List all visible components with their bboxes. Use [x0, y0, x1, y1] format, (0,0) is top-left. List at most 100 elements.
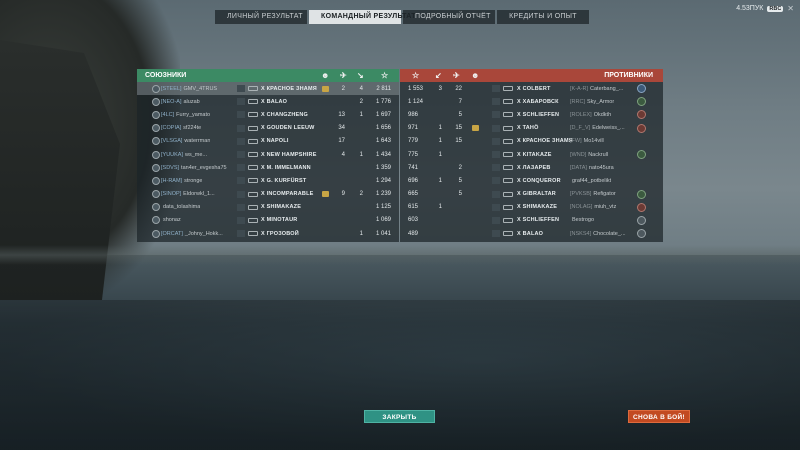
- clan-emblem-icon: [637, 110, 646, 120]
- enemy-row[interactable]: 615 1 X SHIMAKAZE [NOLAG] miuh_vtz: [400, 201, 663, 214]
- ship-name: X G. KURFÜRST: [261, 177, 307, 184]
- enemy-row[interactable]: 696 1 5 X CONQUEROR graf44_potbelikt: [400, 174, 663, 187]
- ship-silhouette-icon: [503, 86, 513, 91]
- tab-detailed-report[interactable]: ПОДРОБНЫЙ ОТЧЁТ: [403, 10, 495, 24]
- enemy-row[interactable]: 971 1 15 X TAHÖ [D_F_V] Edelweiss_...: [400, 122, 663, 135]
- kills-count: 2: [359, 98, 363, 105]
- clan-tag: [NOLAG]: [570, 204, 593, 211]
- player-name: Furry_yamato: [176, 111, 211, 118]
- ally-row[interactable]: [NEO-A] aluzab X BALAO 2 1 776: [137, 95, 399, 108]
- planes-count: 15: [455, 138, 462, 145]
- player-cell: [ROLEX] Okdkth: [570, 112, 611, 118]
- enemy-row[interactable]: 603 X SCHLIEFFEN Bestrogo: [400, 214, 663, 227]
- player-cell: [SDVS] tan4er_evgesha75: [161, 165, 227, 171]
- player-cell: [NSKS4] Chocolate_...: [570, 231, 626, 237]
- xp-value: 986: [408, 111, 419, 118]
- player-name: Nackrull: [588, 151, 609, 158]
- planes-count: 7: [458, 98, 462, 105]
- ship-silhouette-icon: [503, 191, 513, 197]
- player-cell: [K-A-R] Caterbang_...: [570, 86, 623, 92]
- ship-name: X SCHLIEFFEN: [517, 217, 560, 224]
- allies-title: СОЮЗНИКИ: [145, 72, 187, 79]
- allies-header: СОЮЗНИКИ ☻ ✈ ↘ ☆: [137, 69, 399, 82]
- ship-class-icon: [237, 216, 245, 224]
- ship-class-icon: [237, 85, 245, 92]
- ship-class-icon: [492, 203, 500, 211]
- ship-silhouette-icon: [503, 231, 513, 237]
- xp-value: 1 434: [375, 151, 391, 158]
- player-name: waterrman: [184, 138, 211, 145]
- account-info: 4.53ПУК RBC ✕: [736, 4, 794, 13]
- clan-tag: [DATA]: [570, 164, 587, 171]
- player-name: Caterbang_...: [590, 85, 624, 92]
- ship-silhouette-icon: [248, 138, 258, 144]
- clan-emblem-icon: [637, 202, 646, 212]
- ally-row[interactable]: data_tolashima X SHIMAKAZE 1 125: [137, 201, 399, 214]
- ally-row[interactable]: [SDVS] tan4er_evgesha75 X M. IMMELMANN 1 35…: [137, 161, 399, 174]
- ship-silhouette-icon: [503, 151, 513, 157]
- medal-icon: [472, 125, 479, 132]
- clan-emblem-icon: [637, 97, 646, 107]
- enemy-row[interactable]: 1 124 7 X ХАБАРОВСК [RRC] Sky_Armor: [400, 95, 663, 108]
- ship-class-icon: [237, 230, 245, 238]
- ship-silhouette-icon: [248, 86, 258, 91]
- player-cell: [ORCAT] _Johny_Hokk...: [161, 231, 223, 237]
- ally-row[interactable]: [COPIA] sf224te X GOUDEN LEEUW 34 1 656: [137, 122, 399, 135]
- ship-name: X CHANGZHENG: [261, 111, 309, 118]
- battle-again-button[interactable]: СНОВА В БОЙ!: [628, 410, 690, 423]
- ally-row[interactable]: shonaz X MINOTAUR 1 069: [137, 214, 399, 227]
- medal-icon: [322, 85, 329, 92]
- enemy-row[interactable]: 489 X BALAO [NSKS4] Chocolate_...: [400, 227, 663, 240]
- planes-count: 5: [458, 111, 462, 118]
- ship-name: X ХАБАРОВСК: [517, 98, 559, 105]
- kills-count: 1: [438, 138, 442, 145]
- enemy-row[interactable]: 665 5 X GIBRALTAR [PVKSB] Refigator: [400, 188, 663, 201]
- ship-silhouette-icon: [248, 125, 258, 131]
- enemy-row[interactable]: 1 553 3 22 X COLBERT [K-A-R] Caterbang_...: [400, 82, 663, 95]
- kills-count: 1: [359, 230, 363, 237]
- enemies-list: 1 553 3 22 X COLBERT [K-A-R] Caterbang_... 1 1…: [400, 82, 663, 240]
- star-icon: ☆: [381, 71, 389, 80]
- player-name: Bestrogo: [572, 217, 595, 224]
- kills-count: 1: [359, 111, 363, 118]
- ally-row[interactable]: [VLSGA] waterrman X NAPOLI 17 1 643: [137, 135, 399, 148]
- enemy-row[interactable]: 986 5 X SCHLIEFFEN [ROLEX] Okdkth: [400, 108, 663, 121]
- clan-tag: [STEEL]: [161, 85, 182, 92]
- close-button[interactable]: ЗАКРЫТЬ: [364, 410, 435, 423]
- ally-row[interactable]: [YUUKA] ws_me... X NEW HAMPSHIRE 4 1 1 434: [137, 148, 399, 161]
- ship-name: X SHIMAKAZE: [261, 204, 302, 211]
- tab-personal-result[interactable]: ЛИЧНЫЙ РЕЗУЛЬТАТ: [215, 10, 307, 24]
- enemy-row[interactable]: 775 1 X KITAKAZE [WND] Nackrull: [400, 148, 663, 161]
- rank-icon: [152, 97, 160, 106]
- clan-tag: [NSKS4]: [570, 230, 592, 237]
- clan-tag: [ORCAT]: [161, 230, 183, 237]
- kills-count: 1: [359, 151, 363, 158]
- ship-silhouette-icon: [248, 191, 258, 197]
- enemy-row[interactable]: 779 1 15 X КРАСНОЕ ЗНАМЯ [FW] Mo14vill: [400, 135, 663, 148]
- ship-class-icon: [492, 216, 500, 224]
- tab-credits-xp[interactable]: КРЕДИТЫ И ОПЫТ: [497, 10, 589, 24]
- player-name: Okdkth: [593, 111, 612, 118]
- ally-row[interactable]: [STEEL] GMV_4TRUS X КРАСНОЕ ЗНАМЯ 2 4 2 811: [137, 82, 399, 96]
- player-cell: [FW] Mo14vill: [570, 138, 604, 144]
- ally-row[interactable]: [SINOP] Eldorwkl_1... X INCOMPARABLE 9 2 1 23…: [137, 188, 399, 201]
- clan-tag: [SINOP]: [161, 191, 182, 198]
- tab-team-result[interactable]: КОМАНДНЫЙ РЕЗУЛЬТАТ: [309, 10, 416, 24]
- kills-count: 3: [438, 85, 442, 92]
- ally-row[interactable]: [H-RAM] stronge X G. KURFÜRST 1 294: [137, 174, 399, 187]
- rank-icon: [152, 124, 160, 133]
- xp-value: 1 697: [375, 111, 391, 118]
- medal-icon: [322, 191, 329, 197]
- planes-count: 15: [455, 125, 462, 132]
- player-name: Mo14vill: [583, 138, 604, 145]
- ship-silhouette-icon: [503, 204, 513, 210]
- ally-row[interactable]: [4LC] Furry_yamato X CHANGZHENG 13 1 1 697: [137, 108, 399, 121]
- clan-emblem-icon: [637, 123, 646, 133]
- close-icon[interactable]: ✕: [787, 4, 794, 13]
- enemy-row[interactable]: 741 2 X ЛАЗАРЕВ [DATA] nato45ura: [400, 161, 663, 174]
- ally-row[interactable]: [ORCAT] _Johny_Hokk... X ГРОЗОВОЙ 1 1 041: [137, 227, 399, 240]
- results-tabs: ЛИЧНЫЙ РЕЗУЛЬТАТ КОМАНДНЫЙ РЕЗУЛЬТАТ ПОД…: [215, 10, 589, 24]
- kill-icon: ↙: [435, 71, 442, 80]
- ship-name: X BALAO: [517, 230, 544, 237]
- ship-class-icon: [492, 164, 500, 172]
